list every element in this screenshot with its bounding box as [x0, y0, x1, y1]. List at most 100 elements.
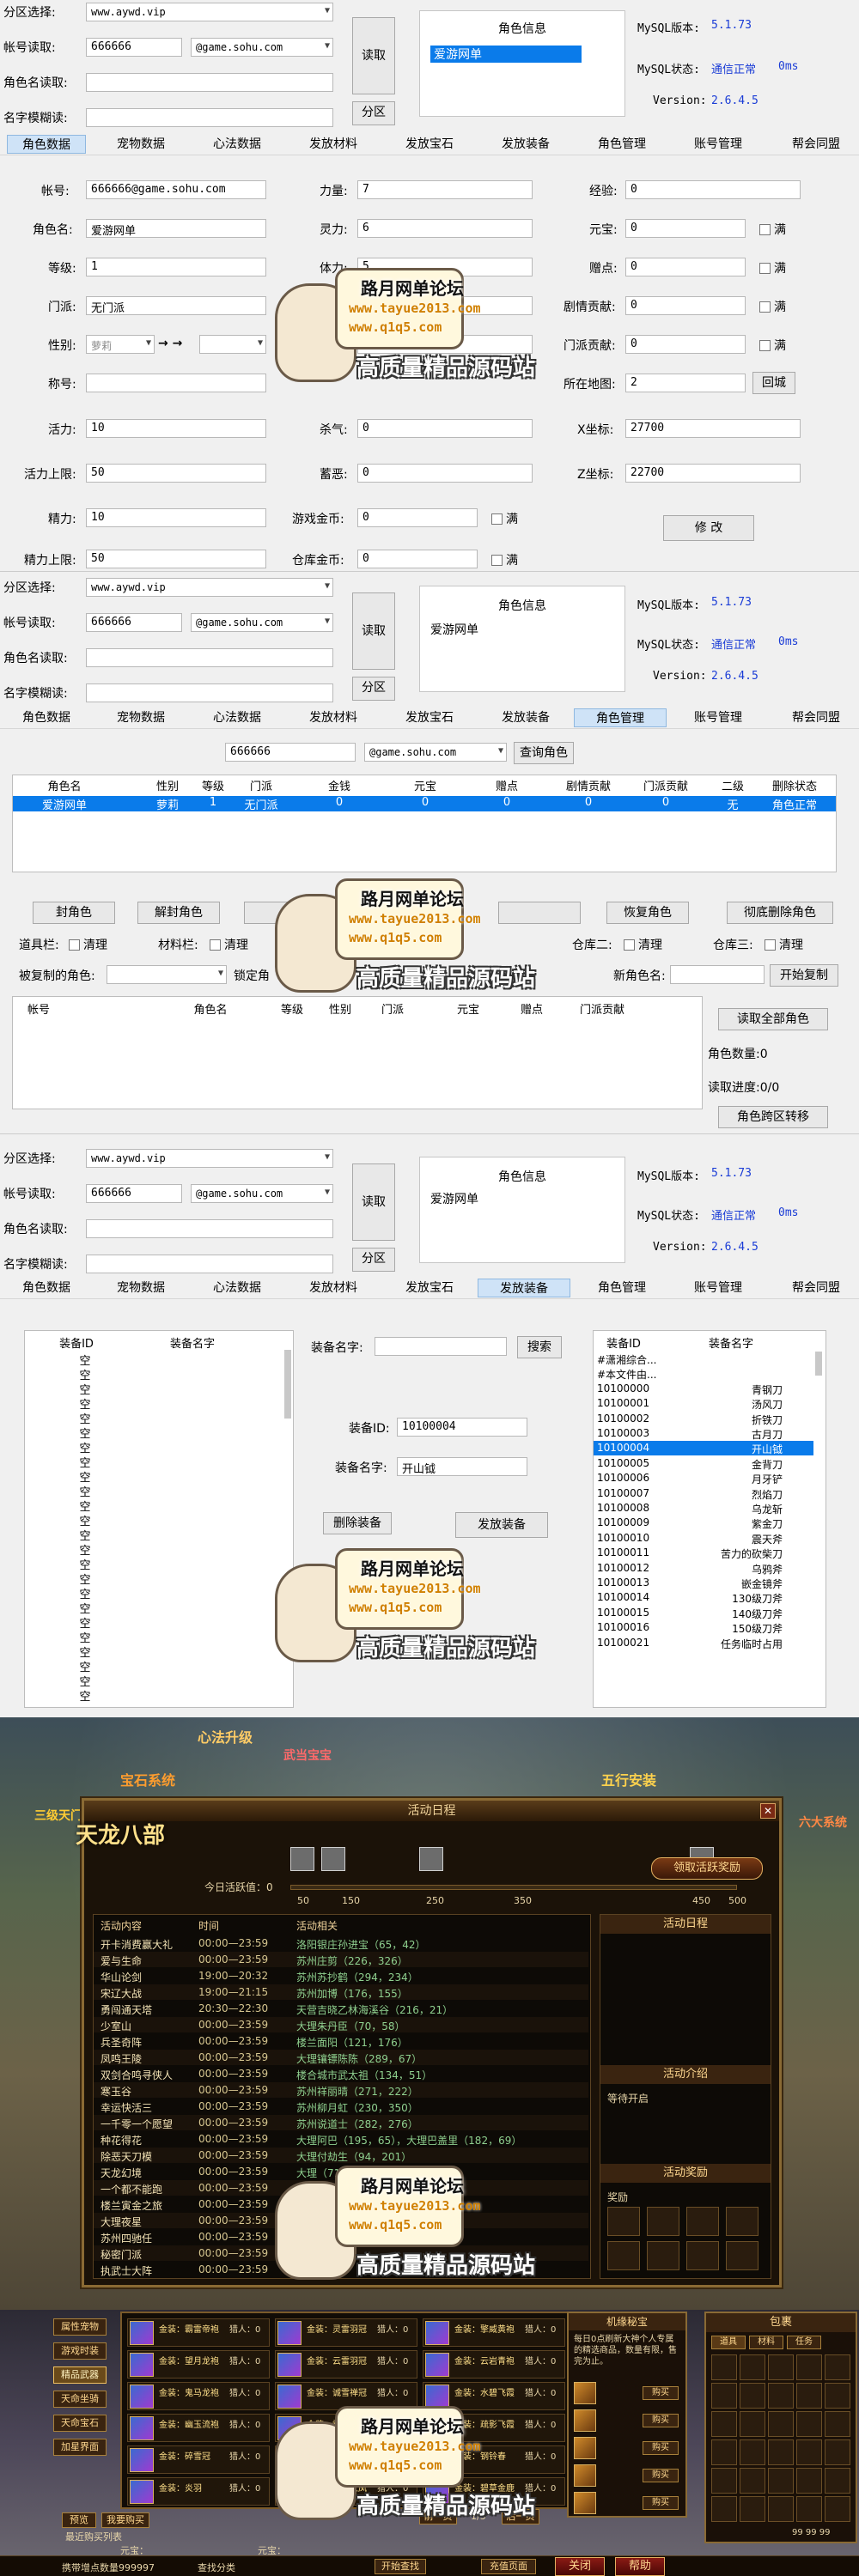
z-coord-field[interactable]: 22700	[625, 464, 801, 483]
help-button[interactable]: 帮助	[615, 2557, 665, 2576]
spirit-field[interactable]: 6	[357, 219, 533, 238]
manage-domain-select[interactable]: @game.sohu.com ▼	[364, 743, 507, 762]
account-input[interactable]: 666666	[86, 38, 182, 57]
fuzzy-input[interactable]	[86, 1255, 333, 1273]
bag-slot[interactable]	[711, 2496, 737, 2522]
reward-slot[interactable]	[607, 2207, 640, 2236]
tab-account-manage[interactable]: 账号管理	[679, 1279, 758, 1297]
sect-field[interactable]: 无门派	[86, 296, 266, 315]
tab-pet-data[interactable]: 宠物数据	[101, 135, 180, 154]
role-list-table[interactable]: 帐号 角色名 等级 性别 门派 元宝 赠点 门派贡献	[12, 996, 703, 1109]
fuzzy-input[interactable]	[86, 683, 333, 702]
bag-slot[interactable]	[711, 2383, 737, 2409]
tab-gems[interactable]: 发放宝石	[390, 135, 469, 154]
yuanbao-full-check[interactable]: 满	[759, 221, 786, 238]
bag-slot[interactable]	[768, 2496, 794, 2522]
shop-item[interactable]: 金装：幽玉流袍 猎人：0	[127, 2414, 270, 2442]
bag-tab-items[interactable]: 道具	[711, 2336, 746, 2349]
shop-item[interactable]: 金装：霸雷帝袍 猎人：0	[127, 2318, 270, 2347]
shop-item[interactable]: 金装：云雷羽冠 猎人：0	[275, 2350, 417, 2379]
category-button[interactable]: 游戏时装	[53, 2342, 107, 2360]
reward-slot[interactable]	[647, 2241, 679, 2270]
list-item[interactable]: 空	[59, 1687, 111, 1704]
bag-slot[interactable]	[768, 2439, 794, 2465]
shop-item[interactable]: 金装：擎威黄袍 猎人：0	[423, 2318, 565, 2347]
tab-materials[interactable]: 发放材料	[294, 708, 373, 727]
checkbox[interactable]	[69, 939, 80, 951]
bag-slot[interactable]	[825, 2439, 850, 2465]
new-name-input[interactable]	[670, 965, 765, 984]
warehouse3-clear-check[interactable]: 清理	[765, 936, 803, 953]
shop-item[interactable]: 金装：炎羽 猎人：0	[127, 2477, 270, 2506]
bag-slot[interactable]	[711, 2468, 737, 2494]
table-row[interactable]: 10100001 汤风刀	[594, 1396, 813, 1411]
tab-equipment[interactable]: 发放装备	[486, 708, 565, 727]
roleinfo-item[interactable]: 爱游网单	[430, 46, 582, 63]
checkbox[interactable]	[759, 263, 771, 274]
checkbox[interactable]	[491, 555, 503, 566]
read-button[interactable]: 读取	[352, 1163, 395, 1241]
read-button[interactable]: 读取	[352, 17, 395, 94]
tab-account-manage[interactable]: 账号管理	[679, 135, 758, 154]
table-row[interactable]: 10100010 震天斧	[594, 1531, 813, 1546]
title-field[interactable]	[86, 374, 266, 392]
hunger-field[interactable]: 0	[357, 464, 533, 483]
close-shop-button[interactable]: 关闭	[555, 2557, 605, 2576]
plot-full-check[interactable]: 满	[759, 298, 786, 315]
table-row[interactable]: 10100013 嵌金镜斧	[594, 1576, 813, 1590]
table-row[interactable]: 兵圣奇阵 00:00—23:59 楼兰面阳（121，176）	[94, 2033, 588, 2049]
table-row[interactable]: 10100016 150级刀斧	[594, 1620, 813, 1635]
reward-slot[interactable]	[607, 2241, 640, 2270]
bag-slot[interactable]	[740, 2439, 765, 2465]
category-button[interactable]: 天命坐骑	[53, 2391, 107, 2408]
table-row[interactable]: 双剑合鸣寻侠人 00:00—23:59 楼合城市武太祖（134，51）	[94, 2066, 588, 2081]
table-row[interactable]: 10100007 烈焰刀	[594, 1486, 813, 1501]
restore-role-button[interactable]: 恢复角色	[606, 902, 689, 924]
purchase-button[interactable]: 购买	[643, 2441, 679, 2455]
return-city-button[interactable]: 回城	[752, 372, 795, 394]
sect-contrib-field[interactable]: 0	[625, 335, 746, 354]
zone-select[interactable]: www.aywd.vip ▼	[86, 3, 333, 21]
bag-slot[interactable]	[796, 2496, 822, 2522]
energy-field[interactable]: 10	[86, 508, 266, 527]
bag-slot[interactable]	[825, 2383, 850, 2409]
exp-field[interactable]: 0	[625, 180, 801, 199]
table-row[interactable]: 10100003 古月刀	[594, 1426, 813, 1441]
fuzzy-input[interactable]	[86, 108, 333, 127]
close-icon[interactable]: ✕	[760, 1803, 776, 1819]
material-clear-check[interactable]: 清理	[210, 936, 248, 953]
checkbox[interactable]	[759, 224, 771, 235]
bag-slot[interactable]	[796, 2468, 822, 2494]
tab-materials[interactable]: 发放材料	[294, 135, 373, 154]
send-equipment-button[interactable]: 发放装备	[455, 1512, 548, 1538]
domain-select[interactable]: @game.sohu.com ▼	[191, 38, 333, 57]
bag-slot[interactable]	[711, 2411, 737, 2437]
bag-slot[interactable]	[825, 2496, 850, 2522]
table-row[interactable]: #本文件由...	[594, 1366, 813, 1381]
shop-item[interactable]: 金装：碎雪冠 猎人：0	[127, 2445, 270, 2474]
name-field[interactable]: 爱游网单	[86, 219, 266, 238]
tab-role-manage[interactable]: 角色管理	[582, 1279, 661, 1297]
points-field[interactable]: 0	[625, 258, 746, 276]
domain-select[interactable]: @game.sohu.com ▼	[191, 613, 333, 632]
reward-chest-icon[interactable]	[321, 1847, 345, 1871]
modify-button[interactable]: 修 改	[663, 515, 754, 541]
bank-field[interactable]: 0	[357, 550, 478, 568]
table-row[interactable]: 爱与生命 00:00—23:59 苏州庄剪（226，326）	[94, 1952, 588, 1967]
tab-guild[interactable]: 帮会同盟	[775, 708, 857, 727]
category-button[interactable]: 属性宠物	[53, 2318, 107, 2336]
table-row[interactable]: 一千零一个愿望 00:00—23:59 苏州说道士（282，276）	[94, 2115, 588, 2130]
rolename-input[interactable]	[86, 73, 333, 92]
rolename-input[interactable]	[86, 1219, 333, 1238]
unban-role-button[interactable]: 解封角色	[137, 902, 220, 924]
table-row[interactable]: 种花得花 00:00—23:59 大理阿巴（195，65），大理巴盖里（182，69…	[94, 2131, 588, 2147]
bag-slot[interactable]	[796, 2411, 822, 2437]
tab-equipment[interactable]: 发放装备	[478, 1279, 570, 1297]
tab-role-manage[interactable]: 角色管理	[582, 135, 661, 154]
bag-slot[interactable]	[740, 2468, 765, 2494]
table-row[interactable]: 凤鸣王陵 00:00—23:59 大理镶镖陈陈（289，67）	[94, 2050, 588, 2065]
role-table[interactable]: 角色名 性别 等级 门派 金钱 元宝 赠点 剧情贡献 门派贡献 二级 删除状态 …	[12, 775, 837, 872]
zone-select[interactable]: www.aywd.vip ▼	[86, 578, 333, 597]
table-row[interactable]: 宋辽大战 19:00—21:15 苏州加博（176，155）	[94, 1984, 588, 2000]
purchase-button[interactable]: 购买	[643, 2469, 679, 2482]
